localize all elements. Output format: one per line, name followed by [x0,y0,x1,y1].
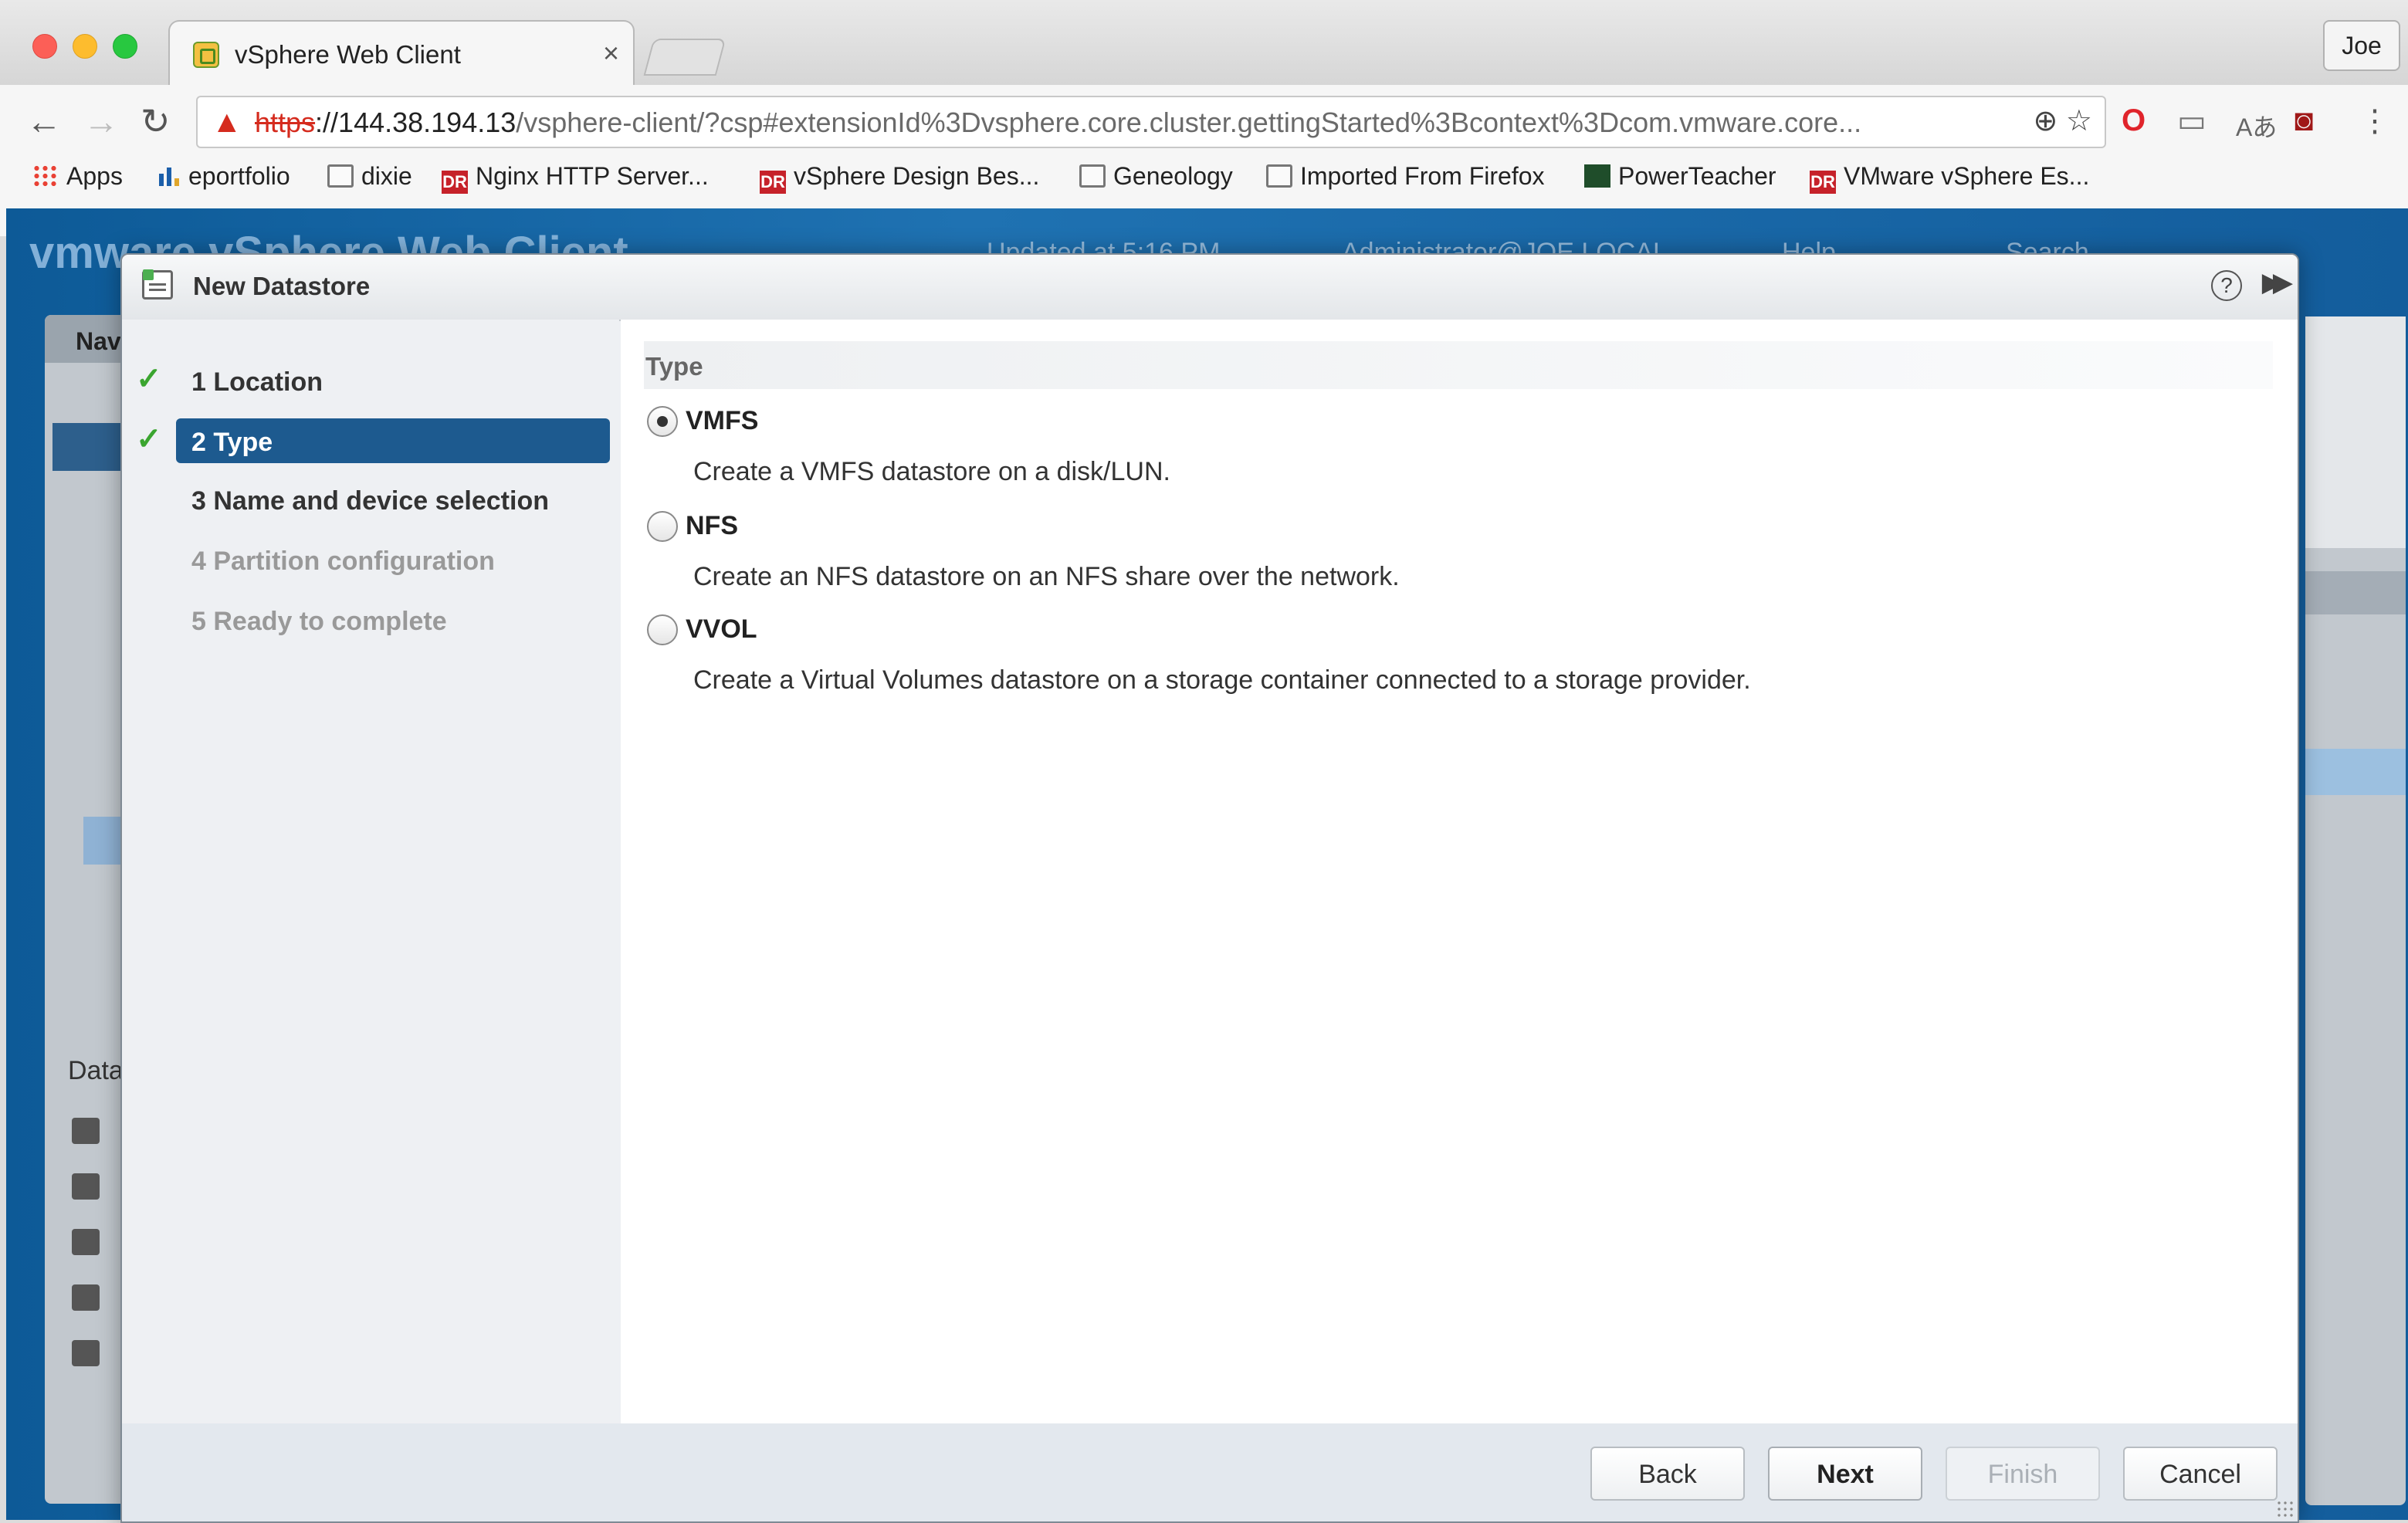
bookmark-nginx[interactable]: DR Nginx HTTP Server... [442,162,709,194]
vvol-description: Create a Virtual Volumes datastore on a … [693,665,1751,695]
dialog-header: New Datastore ? ▶▶ [122,255,2298,321]
vmfs-radio[interactable] [647,406,678,437]
powerteacher-icon [1584,164,1610,188]
bookmark-geneology[interactable]: Geneology [1079,162,1233,191]
type-section-header: Type [644,341,2273,389]
back-button[interactable]: Back [1590,1447,1745,1501]
security-warning-icon: ▲ [212,105,242,139]
maximize-window-button[interactable] [113,34,137,59]
mask-extension-icon[interactable]: ◙ [2295,103,2313,138]
resize-grip-icon[interactable] [2276,1500,2295,1518]
dialog-footer: Back Next Finish Cancel [122,1423,2298,1521]
dr-icon: DR [1810,171,1836,194]
checkmark-icon: ✓ [136,362,162,396]
vvol-radio[interactable] [647,614,678,645]
bookmark-vmware-vsphere[interactable]: DR VMware vSphere Es... [1810,162,2089,194]
bookmark-eportfolio[interactable]: eportfolio [154,162,290,191]
menu-kebab-icon[interactable]: ⋮ [2359,103,2390,139]
new-tab-button[interactable] [643,39,726,76]
cancel-button[interactable]: Cancel [2123,1447,2278,1501]
url-text: https://144.38.194.13/vsphere-client/?cs… [255,107,1862,138]
chart-icon [154,164,181,188]
translate-icon[interactable]: Aあ [2236,108,2277,144]
datastore-icon[interactable] [72,1340,100,1366]
next-button[interactable]: Next [1768,1447,1922,1501]
vmfs-label[interactable]: VMFS [686,406,758,436]
tab-title: vSphere Web Client [235,40,461,69]
dr-icon: DR [760,171,786,194]
nfs-description: Create an NFS datastore on an NFS share … [693,562,1400,591]
step-partition: 4 Partition configuration [191,547,495,576]
folder-icon [327,164,354,188]
finish-button: Finish [1946,1447,2100,1501]
bookmark-dixie[interactable]: dixie [327,162,412,191]
bookmark-imported-firefox[interactable]: Imported From Firefox [1266,162,1545,191]
bookmark-apps[interactable]: Apps [32,162,123,191]
step-type[interactable]: 2 Type [176,418,610,463]
browser-titlebar: vSphere Web Client × Joe [0,0,2408,88]
datastores-section-label: Data [68,1056,124,1085]
back-arrow-icon[interactable]: ← [26,100,62,142]
forward-arrow-icon[interactable]: → [83,100,119,142]
tab-close-icon[interactable]: × [603,37,619,69]
browser-tab-active[interactable]: vSphere Web Client × [168,20,635,88]
dialog-title: New Datastore [193,272,371,300]
datastore-icon[interactable] [72,1284,100,1311]
right-panel-list [2305,316,2406,548]
datastore-icon[interactable] [72,1173,100,1200]
address-bar[interactable]: ▲ https://144.38.194.13/vsphere-client/?… [196,96,2106,148]
step-name-device[interactable]: 3 Name and device selection [176,477,610,522]
dr-icon: DR [442,171,468,194]
bookmark-star-icon[interactable]: ☆ [2066,105,2092,137]
step-ready: 5 Ready to complete [191,607,447,636]
datastore-icon[interactable] [72,1229,100,1255]
minimize-window-button[interactable] [73,34,97,59]
expand-icon[interactable]: ▶▶ [2262,267,2293,298]
bookmark-powerteacher[interactable]: PowerTeacher [1584,162,1776,191]
right-panel-highlight[interactable] [2305,749,2406,795]
checkmark-icon: ✓ [136,422,162,456]
nfs-radio[interactable] [647,511,678,542]
vvol-label[interactable]: VVOL [686,614,757,645]
wizard-content: Type VMFS Create a VMFS datastore on a d… [621,320,2298,1423]
datastore-icon[interactable] [72,1118,100,1144]
wizard-steps: ✓ 1 Location ✓ 2 Type 3 Name and device … [122,320,619,1423]
vmfs-description: Create a VMFS datastore on a disk/LUN. [693,457,1170,486]
bookmark-vsphere-design[interactable]: DR vSphere Design Bes... [760,162,1039,194]
folder-icon [1079,164,1106,188]
bookmarks-bar: Apps eportfolio dixie DR Nginx HTTP Serve… [0,154,2408,208]
new-datastore-icon [142,269,173,300]
zoom-icon[interactable]: ⊕ [2034,105,2058,137]
cast-icon[interactable]: ▭ [2177,103,2206,139]
vsphere-favicon-icon [193,42,219,68]
reload-icon[interactable]: ↻ [141,100,171,142]
right-side-panel [2305,316,2406,1505]
right-panel-header [2305,571,2406,614]
profile-button[interactable]: Joe [2323,20,2400,71]
nfs-label[interactable]: NFS [686,511,738,541]
new-datastore-dialog: New Datastore ? ▶▶ ✓ 1 Location ✓ 2 Type… [120,253,2299,1523]
zoom-star-icons: ⊕ ☆ [2034,103,2092,138]
step-location[interactable]: 1 Location [176,358,610,403]
folder-icon [1266,164,1292,188]
opera-icon[interactable]: O [2122,103,2146,138]
apps-grid-icon [32,164,59,188]
help-icon[interactable]: ? [2211,270,2242,301]
close-window-button[interactable] [32,34,57,59]
